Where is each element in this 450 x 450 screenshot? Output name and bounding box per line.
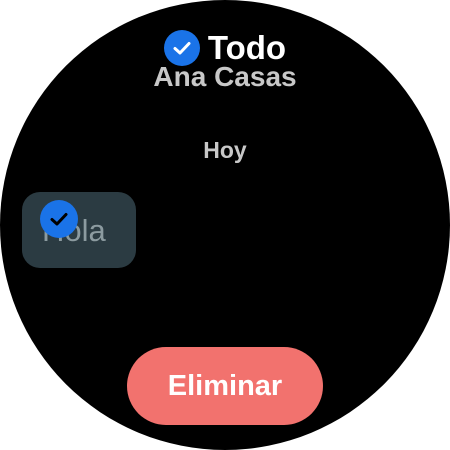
message-selected-check-icon[interactable] xyxy=(40,200,78,238)
contact-name: Ana Casas xyxy=(153,61,297,92)
date-separator: Hoy xyxy=(203,137,247,163)
message-bubble[interactable]: Hola xyxy=(22,192,136,268)
watch-screen: Todo Ana Casas Hoy Hola Eliminar xyxy=(0,0,450,450)
delete-button[interactable]: Eliminar xyxy=(127,347,323,425)
